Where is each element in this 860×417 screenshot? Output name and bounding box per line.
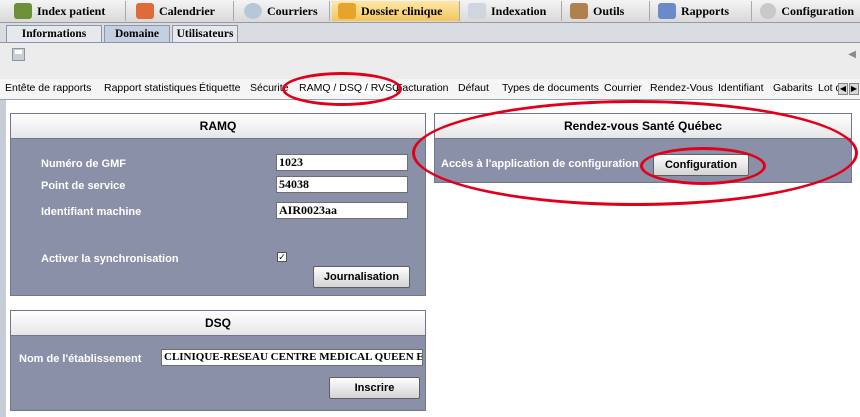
dsq-panel: DSQ Nom de l'établissement CLINIQUE-RESE… xyxy=(10,310,426,411)
config-subtabbar: Informations Domaine Utilisateurs xyxy=(0,23,860,43)
tab-rapport-statistiques[interactable]: Rapport statistiques xyxy=(104,82,197,94)
module-tabbar: Index patient Calendrier Courriers Dossi… xyxy=(0,0,860,23)
save-icon[interactable] xyxy=(12,48,25,61)
sync-checkbox[interactable]: ✓ xyxy=(277,252,287,262)
point-service-label: Point de service xyxy=(41,180,126,192)
toolbar: ◀ xyxy=(0,43,860,80)
tools-icon xyxy=(570,3,588,19)
tab-label: Courriers xyxy=(267,3,318,18)
tab-dossier-clinique[interactable]: Dossier clinique xyxy=(332,1,460,21)
tab-indexation[interactable]: Indexation xyxy=(462,1,562,21)
tab-outils[interactable]: Outils xyxy=(564,1,650,21)
ramq-panel-title: RAMQ xyxy=(11,114,425,139)
tab-scroll-right-icon[interactable]: ▶ xyxy=(849,83,859,95)
identifiant-machine-label: Identifiant machine xyxy=(41,206,142,218)
tab-courriers[interactable]: Courriers xyxy=(238,1,330,21)
tab-entete-rapports[interactable]: Entête de rapports xyxy=(5,82,91,94)
ramq-panel: RAMQ Numéro de GMF 1023 Point de service… xyxy=(10,113,426,296)
tab-label: Calendrier xyxy=(159,3,215,18)
tab-label: Indexation xyxy=(491,3,547,18)
highlight-ring-rvsq xyxy=(412,100,858,206)
highlight-ring-tab xyxy=(282,72,402,106)
gmf-field[interactable]: 1023 xyxy=(276,154,408,171)
point-service-field[interactable]: 54038 xyxy=(276,176,408,193)
settings-tabbar: Entête de rapports Rapport statistiques … xyxy=(0,79,860,100)
scanner-icon xyxy=(468,3,486,19)
etablissement-label: Nom de l'établissement xyxy=(19,353,142,365)
tab-etiquette[interactable]: Étiquette xyxy=(199,82,240,94)
gmf-label: Numéro de GMF xyxy=(41,158,126,170)
tab-defaut[interactable]: Défaut xyxy=(458,82,489,94)
tab-configuration[interactable]: Configuration xyxy=(754,1,860,21)
sync-label: Activer la synchronisation xyxy=(41,253,179,265)
subtab-informations[interactable]: Informations xyxy=(6,25,102,42)
mail-icon xyxy=(244,3,262,19)
tab-rapports[interactable]: Rapports xyxy=(652,1,752,21)
tab-label: Rapports xyxy=(681,3,730,18)
tab-gabarits[interactable]: Gabarits xyxy=(773,82,813,94)
tab-scroll-left-icon[interactable]: ◀ xyxy=(838,83,848,95)
inscrire-button[interactable]: Inscrire xyxy=(329,377,420,399)
journalisation-button[interactable]: Journalisation xyxy=(313,266,410,288)
tab-label: Configuration xyxy=(781,3,854,18)
folder-icon xyxy=(338,3,356,19)
left-edge xyxy=(0,100,6,417)
tab-courrier[interactable]: Courrier xyxy=(604,82,642,94)
tab-label: Dossier clinique xyxy=(361,3,443,18)
subtab-domaine[interactable]: Domaine xyxy=(104,25,170,42)
patients-icon xyxy=(14,3,32,19)
tab-label: Outils xyxy=(593,3,625,18)
tab-types-documents[interactable]: Types de documents xyxy=(502,82,599,94)
etablissement-field[interactable]: CLINIQUE-RESEAU CENTRE MEDICAL QUEEN ELI… xyxy=(161,349,423,366)
chart-icon xyxy=(658,3,676,19)
tab-label: Index patient xyxy=(37,3,106,18)
dsq-panel-title: DSQ xyxy=(11,311,425,336)
tab-index-patient[interactable]: Index patient xyxy=(8,1,126,21)
identifiant-machine-field[interactable]: AIR0023aa xyxy=(276,202,408,219)
calendar-icon xyxy=(136,3,154,19)
tab-facturation[interactable]: Facturation xyxy=(396,82,449,94)
highlight-ring-config-button xyxy=(640,147,766,185)
tab-rendez-vous[interactable]: Rendez-Vous xyxy=(650,82,713,94)
gear-icon xyxy=(760,3,777,19)
tab-identifiant[interactable]: Identifiant xyxy=(718,82,764,94)
tab-calendrier[interactable]: Calendrier xyxy=(130,1,234,21)
scroll-left-icon[interactable]: ◀ xyxy=(848,49,856,60)
subtab-utilisateurs[interactable]: Utilisateurs xyxy=(172,25,238,42)
